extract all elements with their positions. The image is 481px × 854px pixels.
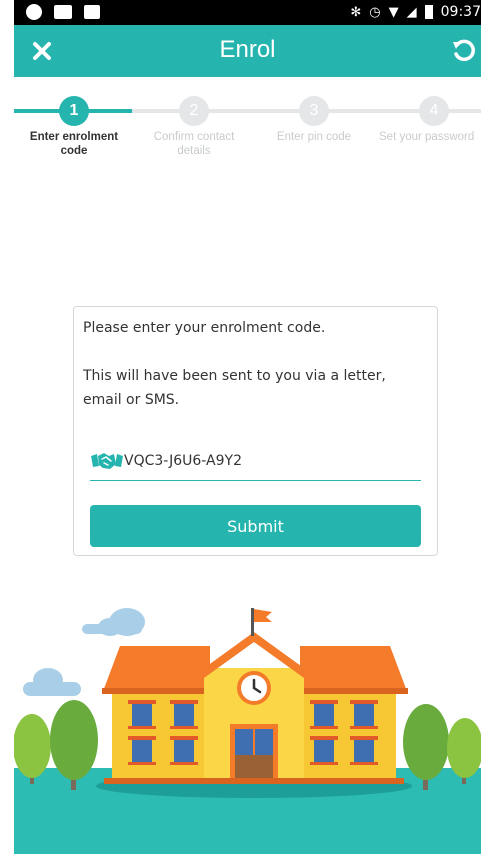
enrolment-stepper: 1 2 3 4 Enter enrolment code Confirm con… [14, 92, 481, 162]
stepper-line [132, 109, 180, 113]
step-2-label: Confirm contact details [153, 131, 235, 157]
enrolment-prompt: Please enter your enrolment code. [83, 320, 326, 336]
bluetooth-icon: ✻ [350, 4, 362, 20]
roof-left [102, 646, 210, 694]
battery-icon [424, 5, 433, 19]
gallery-icon [84, 5, 100, 19]
school-illustration [14, 608, 481, 854]
enrolment-code-value[interactable]: VQC3-J6U6-A9Y2 [124, 453, 242, 469]
step-1-dot: 1 [59, 96, 89, 126]
step-3-dot: 3 [299, 96, 329, 126]
app-screen: ✻ ◷ ▼ ◢ 09:37 Enrol 1 2 3 4 Enter enrolm… [14, 0, 481, 854]
status-bar: ✻ ◷ ▼ ◢ 09:37 [14, 0, 481, 25]
alarm-icon: ◷ [369, 4, 381, 20]
enrolment-card: Please enter your enrolment code. This w… [73, 306, 438, 556]
enrolment-hint: This will have been sent to you via a le… [83, 368, 386, 408]
handshake-icon [91, 453, 123, 469]
submit-button[interactable]: Submit [90, 505, 421, 547]
step-4-label: Set your password [379, 131, 475, 143]
outlook-icon [54, 5, 72, 19]
flag-icon [254, 609, 272, 622]
cloud-icon [82, 608, 145, 636]
stepper-line [328, 109, 420, 113]
school-base [104, 778, 404, 784]
roof-right [300, 646, 408, 694]
flag-pole [251, 608, 254, 636]
step-4-dot: 4 [419, 96, 449, 126]
cloud-icon [23, 668, 81, 696]
step-1-label: Enter enrolment code [29, 131, 119, 157]
page-title: Enrol [219, 36, 276, 63]
stepper-line-current [86, 109, 132, 113]
enrolment-code-input[interactable]: VQC3-J6U6-A9Y2 [90, 447, 421, 481]
app-header: Enrol [14, 25, 481, 77]
stepper-line [208, 109, 300, 113]
step-2-dot: 2 [179, 96, 209, 126]
wifi-icon: ▼ [388, 4, 399, 20]
stepper-line [448, 109, 481, 113]
signal-icon: ◢ [406, 4, 417, 20]
stepper-line-done [14, 109, 60, 113]
status-time: 09:37 [440, 4, 481, 20]
refresh-icon[interactable] [451, 38, 477, 64]
messenger-icon [26, 4, 42, 20]
step-3-label: Enter pin code [276, 131, 352, 143]
